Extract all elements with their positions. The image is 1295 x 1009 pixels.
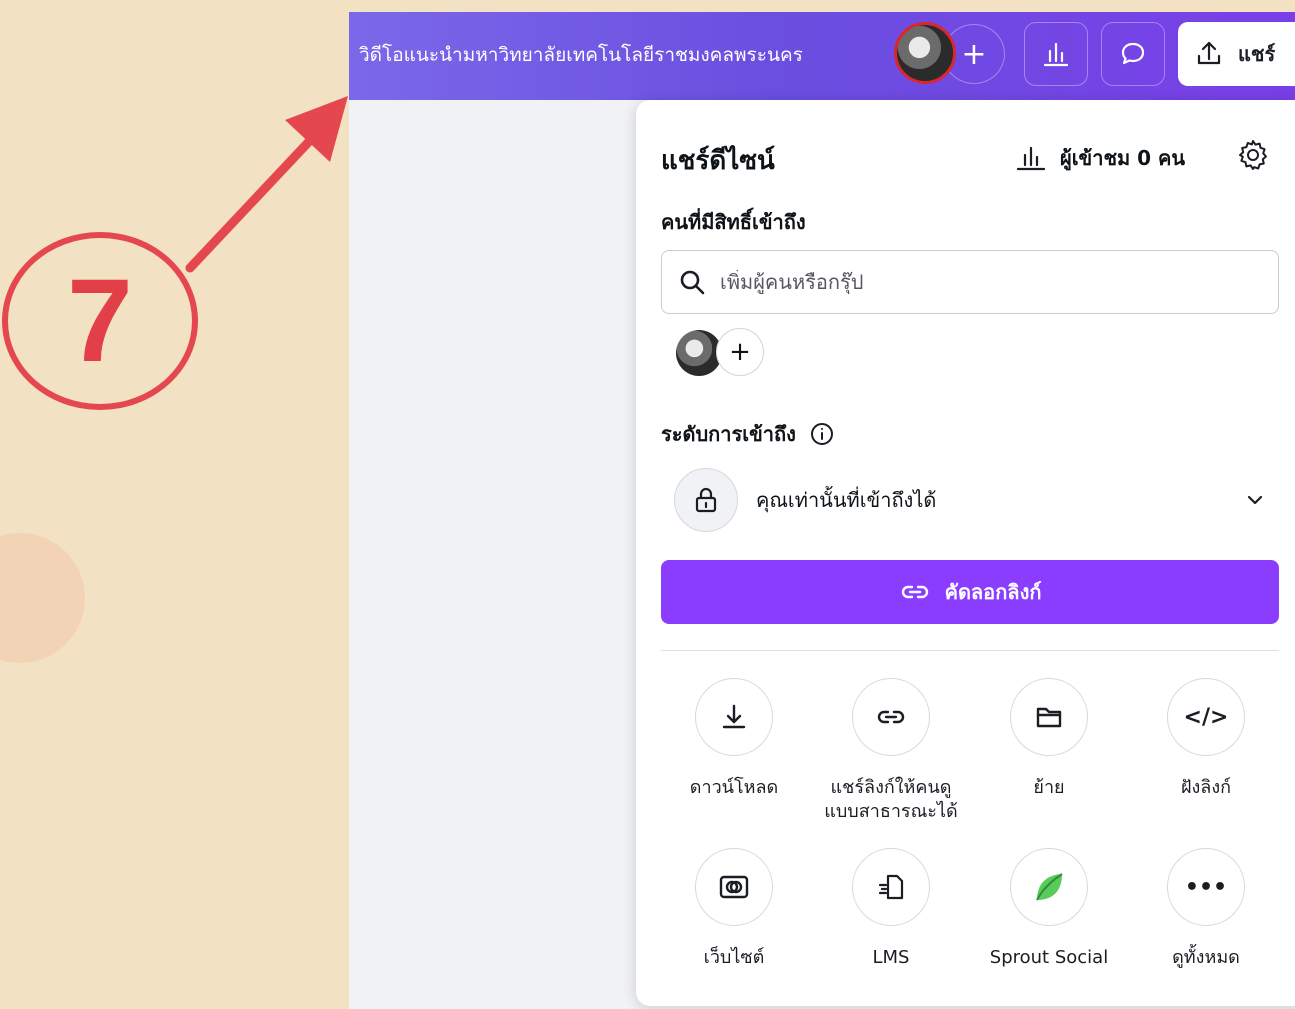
copy-link-label: คัดลอกลิงก์ bbox=[944, 580, 1042, 604]
lock-icon-wrapper bbox=[674, 468, 738, 532]
settings-button[interactable] bbox=[1236, 138, 1270, 176]
step-number-badge: 7 bbox=[2, 232, 198, 410]
more-icon: ••• bbox=[1167, 848, 1245, 926]
viewers-label: ผู้เข้าชม 0 คน bbox=[1060, 146, 1186, 170]
access-level-label: ระดับการเข้าถึง bbox=[661, 422, 796, 446]
gear-icon bbox=[1239, 140, 1267, 170]
embed-option[interactable]: </> ฝังลิงก์ bbox=[1126, 678, 1286, 800]
add-people-search[interactable] bbox=[661, 250, 1279, 314]
add-people-input[interactable] bbox=[720, 270, 1240, 294]
embed-icon: </> bbox=[1167, 678, 1245, 756]
see-all-label: ดูทั้งหมด bbox=[1172, 947, 1240, 968]
chevron-down-icon bbox=[1247, 495, 1263, 505]
embed-label: ฝังลิงก์ bbox=[1180, 777, 1232, 798]
step-number: 7 bbox=[67, 255, 133, 387]
link-icon bbox=[901, 585, 928, 599]
move-label: ย้าย bbox=[1033, 777, 1065, 798]
bar-chart-icon bbox=[1016, 146, 1046, 171]
website-option[interactable]: เว็บไซต์ bbox=[654, 848, 814, 970]
website-icon bbox=[695, 848, 773, 926]
copy-link-button[interactable]: คัดลอกลิงก์ bbox=[661, 560, 1279, 624]
website-label: เว็บไซต์ bbox=[703, 947, 765, 968]
sprout-social-label: Sprout Social bbox=[989, 947, 1109, 968]
see-all-option[interactable]: ••• ดูทั้งหมด bbox=[1126, 848, 1286, 970]
access-level-value: คุณเท่านั้นที่เข้าถึงได้ bbox=[756, 488, 937, 512]
add-person-button[interactable]: + bbox=[716, 328, 764, 376]
insights-button[interactable] bbox=[1024, 22, 1088, 86]
folder-icon bbox=[1010, 678, 1088, 756]
info-icon[interactable] bbox=[810, 422, 834, 446]
download-option[interactable]: ดาวน์โหลด bbox=[654, 678, 814, 800]
decorative-circle bbox=[0, 533, 85, 663]
comments-button[interactable] bbox=[1101, 22, 1165, 86]
share-panel: แชร์ดีไซน์ ผู้เข้าชม 0 คน คนที่มีสิทธิ์เ… bbox=[636, 100, 1295, 1006]
top-bar: วิดีโอแนะนำมหาวิทยาลัยเทคโนโลยีราชมงคลพร… bbox=[349, 12, 1295, 100]
plus-icon: + bbox=[729, 337, 751, 367]
lms-label: LMS bbox=[872, 947, 910, 968]
public-link-label: แชร์ลิงก์ให้คนดูแบบสาธารณะได้ bbox=[824, 777, 958, 822]
search-icon bbox=[680, 270, 705, 295]
move-option[interactable]: ย้าย bbox=[969, 678, 1129, 800]
bar-chart-icon bbox=[1043, 42, 1069, 67]
access-level-heading: ระดับการเข้าถึง bbox=[661, 418, 834, 450]
document-title[interactable]: วิดีโอแนะนำมหาวิทยาลัยเทคโนโลยีราชมงคลพร… bbox=[359, 40, 803, 70]
access-level-dropdown[interactable]: คุณเท่านั้นที่เข้าถึงได้ bbox=[674, 468, 1279, 532]
panel-title: แชร์ดีไซน์ bbox=[661, 146, 775, 176]
lock-icon bbox=[695, 487, 717, 513]
upload-icon bbox=[1197, 41, 1221, 65]
user-avatar[interactable] bbox=[894, 22, 956, 84]
link-icon bbox=[852, 678, 930, 756]
public-link-option[interactable]: แชร์ลิงก์ให้คนดูแบบสาธารณะได้ bbox=[811, 678, 971, 824]
sprout-social-icon bbox=[1010, 848, 1088, 926]
share-button-label: แชร์ bbox=[1238, 42, 1276, 66]
viewers-count[interactable]: ผู้เข้าชม 0 คน bbox=[1016, 142, 1185, 174]
comment-icon bbox=[1121, 42, 1145, 65]
download-icon bbox=[695, 678, 773, 756]
lms-icon bbox=[852, 848, 930, 926]
divider bbox=[661, 650, 1279, 651]
lms-option[interactable]: LMS bbox=[811, 848, 971, 970]
share-button[interactable]: แชร์ bbox=[1178, 22, 1295, 86]
download-label: ดาวน์โหลด bbox=[689, 777, 779, 798]
sprout-social-option[interactable]: Sprout Social bbox=[969, 848, 1129, 970]
people-access-label: คนที่มีสิทธิ์เข้าถึง bbox=[661, 210, 806, 234]
plus-icon: + bbox=[961, 36, 987, 72]
